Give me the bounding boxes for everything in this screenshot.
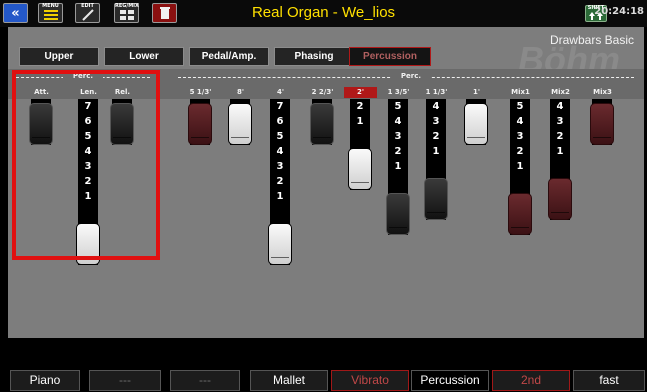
drawbar-label-1-3-5: 1 3/5' <box>387 88 410 96</box>
drawbar-step-number: 1 <box>556 146 564 157</box>
drawbar-mix2[interactable]: 4 3 2 1 <box>548 99 572 220</box>
drawbar-2-2-3[interactable] <box>310 99 334 145</box>
drawbar-label-8: 8' <box>236 88 244 96</box>
drawbar-1-3-5[interactable]: 5 4 3 2 1 <box>386 99 410 235</box>
tab-pedal-amp[interactable]: Pedal/Amp. <box>189 47 269 66</box>
drawbar-scale: 4 3 2 1 <box>426 99 446 159</box>
drawbar-step-number: 1 <box>276 191 284 202</box>
perc-group-label-right: Perc. <box>391 72 431 80</box>
drawbar-step-number: 4 <box>556 101 564 112</box>
drawbar-handle[interactable] <box>268 223 292 265</box>
drawbar-label-mix1: Mix1 <box>511 88 530 96</box>
drawbar-step-number: 2 <box>394 146 402 157</box>
drawbar-step-number: 3 <box>394 131 402 142</box>
drawbar-label-2: 2' <box>344 87 377 98</box>
drawbar-label-5-1-3: 5 1/3' <box>189 88 212 96</box>
drawbar-mix1[interactable]: 5 4 3 2 1 <box>508 99 532 235</box>
drawbar-label-mix3: Mix3 <box>593 88 612 96</box>
drawbar-step-number: 2 <box>356 101 364 112</box>
drawbar-handle[interactable] <box>310 103 334 145</box>
drawbar-8[interactable] <box>228 99 252 145</box>
drawbar-handle[interactable] <box>548 178 572 220</box>
drawbar-label-4: 4' <box>276 88 284 96</box>
drawbar-step-number: 5 <box>516 101 524 112</box>
drawbar-handle[interactable] <box>348 148 372 190</box>
drawbar-step-number: 7 <box>276 101 284 112</box>
drawbar-step-number: 2 <box>276 176 284 187</box>
function-button-empty-2[interactable]: --- <box>170 370 240 391</box>
drawbar-step-number: 5 <box>276 131 284 142</box>
drawbar-step-number: 5 <box>394 101 402 112</box>
function-button-vibrato[interactable]: Vibrato <box>331 370 409 391</box>
drawbar-handle[interactable] <box>464 103 488 145</box>
drawbar-step-number: 6 <box>276 116 284 127</box>
drawbar-step-number: 4 <box>432 101 440 112</box>
clock: 20:24:18 <box>594 6 644 17</box>
drawbar-step-number: 3 <box>556 116 564 127</box>
drawbar-5-1-3[interactable] <box>188 99 212 145</box>
drawbar-step-number: 4 <box>516 116 524 127</box>
section-tabs: Upper Lower Pedal/Amp. Phasing Percussio… <box>8 47 644 66</box>
top-bar: « MENU EDIT REG/MIX Real Organ - We_lios <box>0 0 647 27</box>
drawbar-1-1-3[interactable]: 4 3 2 1 <box>424 99 448 220</box>
tab-percussion[interactable]: Percussion <box>349 47 431 66</box>
drawbar-scale: 5 4 3 2 1 <box>388 99 408 174</box>
drawbar-scale: 5 4 3 2 1 <box>510 99 530 174</box>
function-button-empty-1[interactable]: --- <box>89 370 161 391</box>
function-button-2nd[interactable]: 2nd <box>492 370 570 391</box>
function-button-fast[interactable]: fast <box>573 370 645 391</box>
function-button-piano[interactable]: Piano <box>10 370 80 391</box>
page-title: Real Organ - We_lios <box>251 4 396 21</box>
drawbar-handle[interactable] <box>188 103 212 145</box>
drawbar-step-number: 1 <box>432 146 440 157</box>
drawbar-label-2-2-3: 2 2/3' <box>311 88 334 96</box>
drawbar-handle[interactable] <box>508 193 532 235</box>
drawbar-scale: 4 3 2 1 <box>550 99 570 159</box>
tab-phasing[interactable]: Phasing <box>274 47 354 66</box>
drawbar-handle[interactable] <box>386 193 410 235</box>
drawbar-4[interactable]: 7 6 5 4 3 2 1 <box>268 99 292 265</box>
drawbar-step-number: 3 <box>432 116 440 127</box>
drawbar-label-1: 1' <box>472 88 480 96</box>
tab-upper[interactable]: Upper <box>19 47 99 66</box>
drawbar-handle[interactable] <box>424 178 448 220</box>
function-button-percussion[interactable]: Percussion <box>411 370 489 391</box>
drawbar-step-number: 4 <box>276 146 284 157</box>
drawbar-step-number: 2 <box>432 131 440 142</box>
drawbar-scale: 7 6 5 4 3 2 1 <box>270 99 290 204</box>
drawbar-1[interactable] <box>464 99 488 145</box>
drawbar-step-number: 1 <box>516 161 524 172</box>
drawbar-step-number: 3 <box>516 131 524 142</box>
drawbar-handle[interactable] <box>590 103 614 145</box>
organ-screen: « MENU EDIT REG/MIX Real Organ - We_lios <box>0 0 647 392</box>
drawbar-handle[interactable] <box>228 103 252 145</box>
drawbar-step-number: 3 <box>276 161 284 172</box>
drawbar-step-number: 2 <box>556 131 564 142</box>
panel-subtitle: Drawbars Basic <box>549 33 634 47</box>
drawbar-step-number: 2 <box>516 146 524 157</box>
highlight-frame <box>12 70 160 260</box>
function-button-mallet[interactable]: Mallet <box>250 370 328 391</box>
drawbar-mix3[interactable] <box>590 99 614 145</box>
tab-lower[interactable]: Lower <box>104 47 184 66</box>
drawbar-step-number: 1 <box>394 161 402 172</box>
drawbar-step-number: 4 <box>394 116 402 127</box>
drawbar-2[interactable]: 21 <box>348 99 372 190</box>
drawbar-label-mix2: Mix2 <box>551 88 570 96</box>
function-bar: Piano --- --- Mallet Vibrato Percussion … <box>0 368 647 392</box>
drawbar-step-number: 1 <box>356 116 364 127</box>
drawbar-scale: 21 <box>350 99 370 129</box>
drawbar-label-1-1-3: 1 1/3' <box>425 88 448 96</box>
